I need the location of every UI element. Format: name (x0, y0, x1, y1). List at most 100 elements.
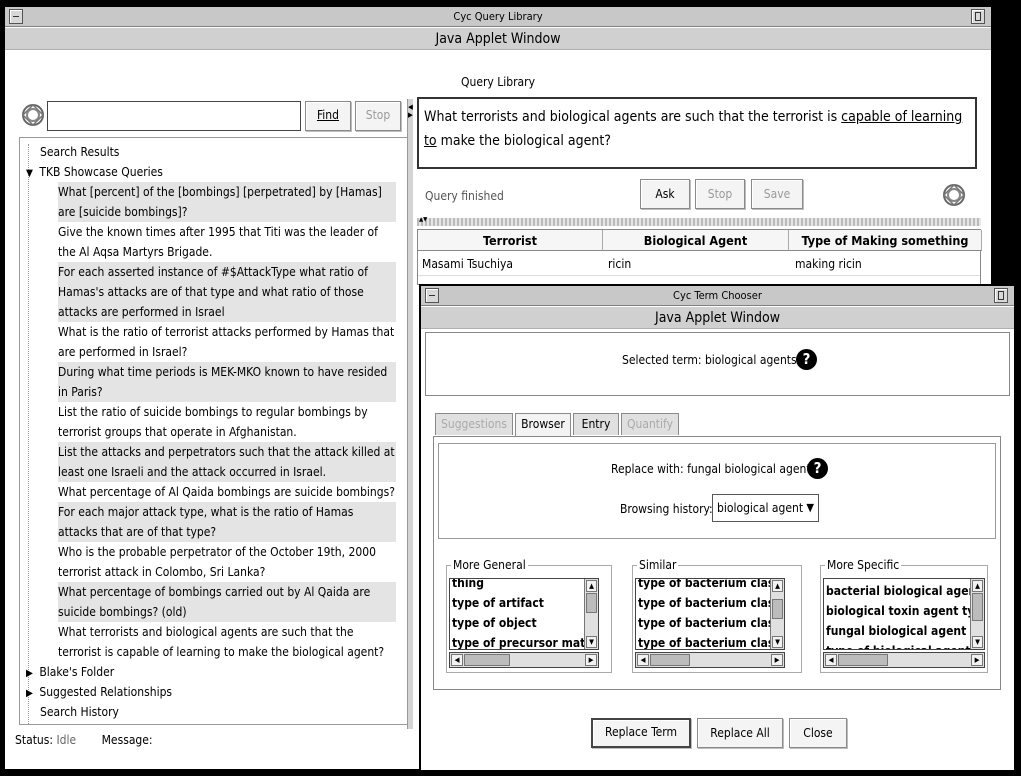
tab-quantify[interactable]: Quantify (621, 413, 679, 435)
table-cell: making ricin (795, 257, 862, 271)
replace-with-value: fungal biological agent (687, 462, 811, 476)
scroll-thumb[interactable] (838, 654, 888, 666)
tab-suggestions[interactable]: Suggestions (435, 413, 513, 435)
chevron-down-icon[interactable]: ▼ (806, 495, 814, 521)
close-button[interactable]: Close (789, 718, 847, 748)
status-bar: Status: Idle Message: (15, 733, 153, 747)
list-item[interactable]: type of bacterium classifie (638, 593, 784, 613)
query-item[interactable]: List the attacks and perpetrators such t… (58, 442, 396, 482)
query-item[interactable]: For each asserted instance of #$AttackTy… (58, 262, 396, 322)
scroll-right-arrow-icon[interactable]: ▶ (771, 654, 783, 666)
search-stop-button[interactable]: Stop (355, 101, 401, 131)
query-item[interactable]: What terrorists and biological agents ar… (58, 622, 396, 662)
scroll-up-arrow-icon[interactable]: ▲ (586, 580, 597, 592)
similar-list[interactable]: type of bacterium classifie type of bact… (635, 578, 785, 650)
maximize-button[interactable] (994, 288, 1008, 303)
scroll-right-arrow-icon[interactable]: ▶ (585, 654, 597, 666)
query-item[interactable]: What percentage of Al Qaida bombings are… (58, 482, 396, 502)
list-item[interactable]: type of bacterium classifie (638, 579, 784, 593)
scroll-left-arrow-icon[interactable]: ◀ (825, 654, 837, 666)
help-icon[interactable]: ? (807, 458, 828, 479)
horizontal-scrollbar[interactable]: ◀ ▶ (635, 652, 785, 668)
tree-item-tkb-showcase[interactable]: ▼ TKB Showcase Queries (26, 162, 408, 184)
more-general-list[interactable]: thing type of artifact type of object ty… (449, 578, 599, 650)
search-input[interactable] (47, 101, 301, 131)
splitter-arrows-icon[interactable]: ◀ ▶ (408, 103, 413, 119)
window-menu-button[interactable] (425, 288, 439, 303)
list-item[interactable]: bacterial biological agent t (826, 581, 972, 601)
scroll-left-arrow-icon[interactable]: ◀ (637, 654, 649, 666)
list-item[interactable]: type of object (452, 613, 598, 633)
column-header[interactable]: Biological Agent (603, 230, 789, 251)
results-divider[interactable]: ▲▼ (417, 216, 981, 226)
selected-term-label: Selected term: (622, 353, 702, 367)
query-item[interactable]: Who is the probable perpetrator of the O… (58, 542, 396, 582)
replace-all-button[interactable]: Replace All (697, 718, 783, 748)
table-cell: Masami Tsuchiya (422, 257, 513, 271)
scroll-thumb[interactable] (464, 654, 510, 666)
query-item[interactable]: For each major attack type, what is the … (58, 502, 396, 542)
tree-item-search-history[interactable]: Search History (40, 702, 408, 722)
window-menu-button[interactable] (9, 9, 23, 24)
collapsed-triangle-icon[interactable]: ▶ (26, 668, 33, 679)
tree-item-suggested-relationships[interactable]: ▶ Suggested Relationships (26, 682, 408, 704)
scroll-thumb[interactable] (772, 599, 783, 619)
query-item[interactable]: What [percent] of the [bombings] [perpet… (58, 182, 396, 222)
list-item[interactable]: type of bacterium classifie (638, 613, 784, 633)
scroll-thumb[interactable] (586, 593, 597, 613)
query-stop-button[interactable]: Stop (695, 179, 745, 209)
main-titlebar[interactable]: Cyc Query Library (5, 7, 991, 27)
horizontal-scrollbar[interactable]: ◀ ▶ (449, 652, 599, 668)
expanded-triangle-icon[interactable]: ▼ (26, 168, 33, 179)
query-item[interactable]: During what time periods is MEK-MKO know… (58, 362, 396, 402)
vertical-scrollbar[interactable]: ▲ ▼ (584, 579, 598, 649)
scroll-up-arrow-icon[interactable]: ▲ (972, 580, 983, 592)
list-item[interactable]: type of biological agent us (826, 641, 972, 649)
list-item[interactable]: type of precursor material (452, 633, 598, 649)
browsing-history-select[interactable]: biological agent ▼ (712, 494, 819, 522)
query-item[interactable]: Give the known times after 1995 that Tit… (58, 222, 396, 262)
scroll-thumb[interactable] (972, 593, 983, 621)
scroll-up-arrow-icon[interactable]: ▲ (772, 580, 783, 592)
save-button[interactable]: Save (751, 179, 803, 209)
scroll-down-arrow-icon[interactable]: ▼ (972, 636, 983, 648)
collapsed-triangle-icon[interactable]: ▶ (26, 688, 33, 699)
scroll-down-arrow-icon[interactable]: ▼ (772, 636, 783, 648)
list-item[interactable]: fungal biological agent (826, 621, 972, 641)
scroll-thumb[interactable] (650, 654, 690, 666)
tree-item-search-results[interactable]: Search Results (40, 142, 408, 162)
tree-item-blakes-folder[interactable]: ▶ Blake's Folder (26, 662, 408, 684)
splitter-handle[interactable]: ◀ ▶ (407, 99, 413, 729)
divider-arrows-icon[interactable]: ▲▼ (419, 216, 427, 223)
scroll-right-arrow-icon[interactable]: ▶ (971, 654, 983, 666)
vertical-scrollbar[interactable]: ▲ ▼ (770, 579, 784, 649)
cyc-logo-icon (21, 103, 45, 127)
more-specific-list[interactable]: bacterial biological agent t biological … (823, 578, 985, 650)
tree-guide-line (28, 144, 29, 724)
scroll-down-arrow-icon[interactable]: ▼ (586, 636, 597, 648)
column-header[interactable]: Terrorist (418, 230, 603, 251)
list-item[interactable]: thing (452, 579, 598, 593)
similar-group: Similar type of bacterium classifie type… (632, 558, 802, 673)
ask-button[interactable]: Ask (640, 179, 690, 209)
list-item[interactable]: biological toxin agent type (826, 601, 972, 621)
list-item[interactable]: type of artifact (452, 593, 598, 613)
table-row[interactable]: Masami Tsuchiya ricin making ricin (418, 252, 980, 276)
query-item[interactable]: What is the ratio of terrorist attacks p… (58, 322, 396, 362)
query-status-text: Query finished (425, 189, 504, 203)
chooser-titlebar[interactable]: Cyc Term Chooser (421, 286, 1014, 306)
scroll-left-arrow-icon[interactable]: ◀ (451, 654, 463, 666)
horizontal-scrollbar[interactable]: ◀ ▶ (823, 652, 985, 668)
vertical-scrollbar[interactable]: ▲ ▼ (970, 579, 984, 649)
query-item[interactable]: What percentage of bombings carried out … (58, 582, 396, 622)
find-button[interactable]: Find (305, 101, 351, 131)
query-text-box[interactable]: What terrorists and biological agents ar… (417, 97, 977, 169)
help-icon[interactable]: ? (796, 349, 817, 370)
query-item[interactable]: List the ratio of suicide bombings to re… (58, 402, 396, 442)
tab-entry[interactable]: Entry (573, 413, 619, 435)
tab-browser[interactable]: Browser (515, 413, 571, 436)
replace-term-button[interactable]: Replace Term (591, 718, 691, 748)
maximize-button[interactable] (971, 9, 985, 24)
column-header[interactable]: Type of Making something (789, 230, 982, 251)
list-item[interactable]: type of bacterium classifie (638, 633, 784, 649)
